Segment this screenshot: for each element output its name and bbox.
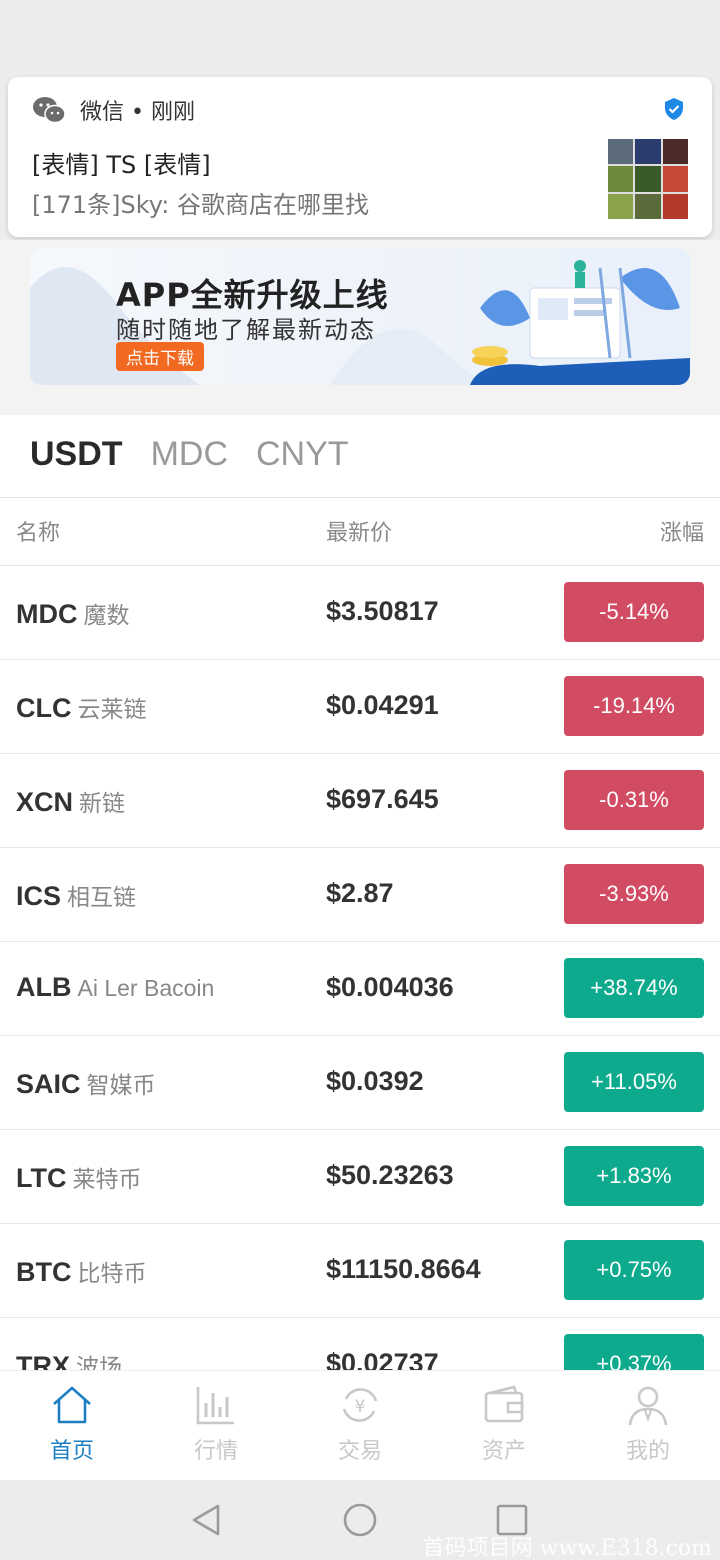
profile-icon: [628, 1386, 668, 1426]
home-icon: [53, 1386, 91, 1424]
coin-symbol: LTC: [16, 1163, 67, 1193]
coin-price: $3.50817: [326, 596, 439, 626]
coin-price: $11150.8664: [326, 1254, 481, 1284]
exchange-icon: ¥: [342, 1388, 378, 1422]
change-badge: +1.83%: [564, 1146, 704, 1206]
change-badge: +11.05%: [564, 1052, 704, 1112]
change-badge: -5.14%: [564, 582, 704, 642]
coin-symbol: MDC: [16, 599, 78, 629]
coin-price: $0.004036: [326, 972, 454, 1002]
coin-price: $697.645: [326, 784, 439, 814]
column-header-price: 最新价: [326, 521, 393, 546]
market-row[interactable]: CLC 云莱链 $0.04291 -19.14%: [0, 660, 720, 754]
coin-symbol: XCN: [16, 787, 74, 817]
coin-name: Ai Ler Bacoin: [77, 975, 215, 1001]
home-circle-icon[interactable]: [342, 1502, 378, 1538]
coin-symbol: ALB: [16, 972, 72, 1002]
coin-name: 云莱链: [77, 696, 147, 722]
svg-text:¥: ¥: [355, 1397, 366, 1417]
nav-item-assets[interactable]: 资产: [432, 1371, 576, 1480]
coin-symbol: TRX: [16, 1351, 70, 1370]
coin-name: 波场: [76, 1354, 122, 1370]
coin-symbol: SAIC: [16, 1069, 81, 1099]
coin-symbol: CLC: [16, 693, 72, 723]
coin-symbol: BTC: [16, 1257, 72, 1287]
coin-name: 莱特币: [72, 1166, 142, 1192]
nav-label: 资产: [481, 1439, 526, 1464]
market-row[interactable]: ICS 相互链 $2.87 -3.93%: [0, 848, 720, 942]
nav-label: 行情: [193, 1439, 238, 1464]
status-bar: [0, 0, 720, 70]
market-row[interactable]: MDC 魔数 $3.50817 -5.14%: [0, 566, 720, 660]
notification-title: [表情] TS [表情]: [32, 151, 211, 179]
market-list: MDC 魔数 $3.50817 -5.14% CLC 云莱链 $0.04291 -1…: [0, 566, 720, 1370]
watermark-text: 首码项目网 www.E318.com: [422, 1536, 712, 1560]
wechat-notification[interactable]: 微信 • 刚刚 [表情] TS [表情] [171条]Sky: 谷歌商店在哪里找: [8, 77, 712, 237]
market-row[interactable]: ALB Ai Ler Bacoin $0.004036 +38.74%: [0, 942, 720, 1036]
coin-symbol: ICS: [16, 881, 62, 911]
banner-subtitle: 随时随地了解最新动态: [116, 316, 376, 344]
promo-banner[interactable]: APP全新升级上线 随时随地了解最新动态 点击下载: [30, 248, 690, 385]
market-row[interactable]: SAIC 智媒币 $0.0392 +11.05%: [0, 1036, 720, 1130]
notification-body: [171条]Sky: 谷歌商店在哪里找: [32, 191, 369, 219]
market-row[interactable]: LTC 莱特币 $50.23263 +1.83%: [0, 1130, 720, 1224]
market-row[interactable]: BTC 比特币 $11150.8664 +0.75%: [0, 1224, 720, 1318]
change-badge: -0.31%: [564, 770, 704, 830]
download-button[interactable]: 点击下载: [116, 342, 204, 371]
change-badge: +38.74%: [564, 958, 704, 1018]
nav-item-trade[interactable]: ¥ 交易: [288, 1371, 432, 1480]
nav-item-home[interactable]: 首页: [0, 1371, 144, 1480]
banner-area: APP全新升级上线 随时随地了解最新动态 点击下载: [0, 240, 720, 415]
verified-shield-icon: [665, 98, 683, 120]
coin-name: 智媒币: [86, 1072, 156, 1098]
coin-price: $0.0392: [326, 1066, 424, 1096]
tab-cnyt[interactable]: CNYT: [256, 435, 349, 474]
coin-name: 魔数: [83, 602, 130, 628]
back-triangle-icon[interactable]: [188, 1502, 224, 1538]
divider: [0, 497, 720, 498]
coin-price: $50.23263: [326, 1160, 454, 1190]
coin-name: 新链: [79, 790, 126, 816]
nav-label: 交易: [337, 1439, 382, 1464]
group-avatar: [608, 139, 688, 219]
change-badge: -19.14%: [564, 676, 704, 736]
nav-item-profile[interactable]: 我的: [576, 1371, 720, 1480]
bottom-navigation: 首页 行情 ¥ 交易 资产 我的: [0, 1370, 720, 1480]
notification-app-name: 微信 • 刚刚: [80, 100, 195, 125]
market-panel: USDT MDC CNYT 名称 最新价 涨幅 MDC 魔数 $3.50817 -…: [0, 415, 720, 1370]
wechat-icon: [33, 97, 66, 124]
nav-label: 首页: [49, 1439, 94, 1464]
market-row[interactable]: XCN 新链 $697.645 -0.31%: [0, 754, 720, 848]
banner-illustration: [470, 260, 690, 385]
change-badge: +0.75%: [564, 1240, 704, 1300]
change-badge: -3.93%: [564, 864, 704, 924]
coin-price: $0.02737: [326, 1348, 439, 1370]
change-badge: +0.37%: [564, 1334, 704, 1370]
coin-name: 相互链: [67, 884, 137, 910]
nav-item-market[interactable]: 行情: [144, 1371, 288, 1480]
notification-header: 微信 • 刚刚: [32, 95, 195, 125]
coin-price: $2.87: [326, 878, 394, 908]
chart-icon: [196, 1387, 234, 1425]
column-header-name: 名称: [16, 521, 61, 546]
wallet-icon: [484, 1385, 524, 1423]
column-header-change: 涨幅: [659, 521, 704, 546]
nav-label: 我的: [625, 1439, 670, 1464]
coin-price: $0.04291: [326, 690, 439, 720]
quote-currency-tabs: USDT MDC CNYT: [30, 435, 349, 474]
tab-mdc[interactable]: MDC: [151, 435, 228, 474]
coin-name: 比特币: [77, 1260, 147, 1286]
market-row[interactable]: TRX 波场 $0.02737 +0.37%: [0, 1318, 720, 1370]
tab-usdt[interactable]: USDT: [30, 435, 123, 474]
